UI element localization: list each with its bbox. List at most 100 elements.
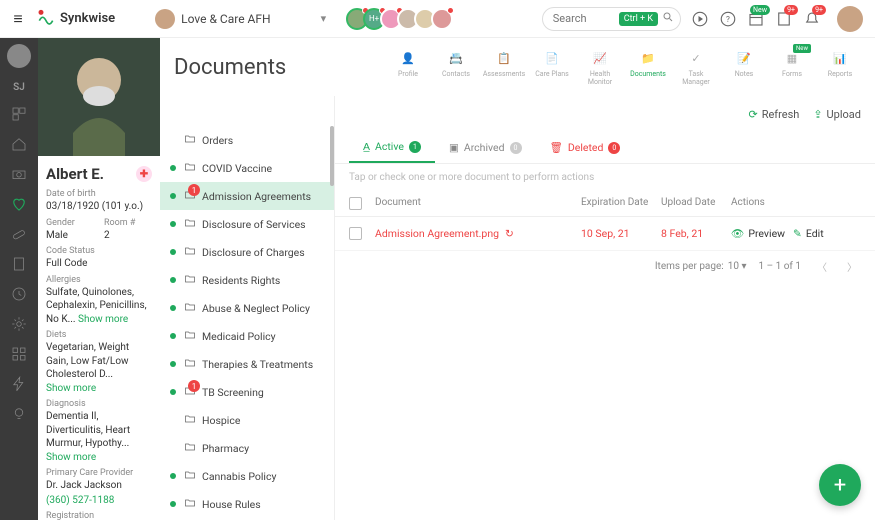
apps-icon[interactable] [10,345,28,363]
folder-label: Abuse & Neglect Policy [202,302,310,315]
add-button[interactable]: + [819,464,861,506]
facility-dropdown[interactable]: Love & Care AFH ▾ [155,9,326,29]
patient-panel: Albert E. ✚ Date of birth 03/18/1920 (10… [38,38,160,520]
code-value: Full Code [46,257,152,271]
nav-forms[interactable]: ▦FormsNew [771,48,813,86]
folder-item[interactable]: Abuse & Neglect Policy [160,294,334,322]
nav-contacts[interactable]: 📇Contacts [435,48,477,86]
show-more-link[interactable]: Show more [78,314,128,325]
folder-label: Residents Rights [202,274,280,287]
next-page[interactable]: 〉 [843,259,861,274]
nav-reports[interactable]: 📊Reports [819,48,861,86]
folder-item[interactable]: Hospice [160,406,334,434]
user-avatar[interactable] [837,6,863,32]
underline-icon: A̲ [363,140,370,153]
nav-documents[interactable]: 📁Documents [627,48,669,86]
refresh-button[interactable]: ⟳Refresh [748,108,799,121]
clipboard-icon[interactable] [10,255,28,273]
tab-active[interactable]: A̲Active1 [349,132,435,163]
nav-icon: ✓ [686,48,706,68]
folder-item[interactable]: Cannabis Policy [160,462,334,490]
play-icon[interactable] [691,10,709,28]
folder-label: House Rules [202,498,261,511]
search-input[interactable] [553,12,613,25]
pcp-phone[interactable]: (360) 527-1188 [46,494,152,508]
dob-value: 03/18/1920 (101 y.o.) [46,200,152,214]
folder-item[interactable]: Orders [160,126,334,154]
folder-label: TB Screening [202,386,264,399]
folder-item[interactable]: Medicaid Policy [160,322,334,350]
bell-icon[interactable]: 9+ [803,10,821,28]
status-dot [170,361,176,367]
bulb-icon[interactable] [10,405,28,423]
folder-label: Medicaid Policy [202,330,276,343]
folder-item[interactable]: 1 Admission Agreements [160,182,334,210]
page-range: 1 – 1 of 1 [758,261,801,272]
gear-icon[interactable] [10,315,28,333]
nav-assessments[interactable]: 📋Assessments [483,48,525,86]
nav-health-monitor[interactable]: 📈Health Monitor [579,48,621,86]
status-dot [170,445,176,451]
bolt-icon[interactable] [10,375,28,393]
status-dot [170,193,176,199]
folder-label: Disclosure of Charges [202,246,305,259]
scrollbar[interactable] [330,126,334,186]
main-content: Documents 👤Profile📇Contacts📋Assessments📄… [335,38,875,520]
calendar-icon[interactable]: New [747,10,765,28]
row-checkbox[interactable] [349,227,362,240]
tab-deleted[interactable]: 🗑Deleted0 [536,132,635,163]
folder-item[interactable]: Disclosure of Charges [160,238,334,266]
search-icon[interactable] [662,11,674,26]
camera-icon[interactable] [10,165,28,183]
nav-icon: 📄 [542,48,562,68]
show-more-link[interactable]: Show more [46,452,96,463]
doc-name[interactable]: Admission Agreement.png ↻ [375,227,581,240]
folder-icon [184,469,196,484]
folder-item[interactable]: COVID Vaccine [160,154,334,182]
presence-avatars[interactable]: H+ [351,8,453,30]
trash-icon: 🗑 [550,141,563,154]
medical-icon[interactable]: ✚ [136,166,152,182]
nav-profile[interactable]: 👤Profile [387,48,429,86]
select-all-checkbox[interactable] [349,197,362,210]
rail-avatar[interactable] [7,44,31,68]
allergies-label: Allergies [46,275,152,285]
menu-toggle[interactable]: ≡ [6,9,30,29]
logo[interactable]: Synkwise [36,9,115,29]
help-icon[interactable]: ? [719,10,737,28]
nav-care-plans[interactable]: 📄Care Plans [531,48,573,86]
pill-icon[interactable] [10,225,28,243]
col-expiration: Expiration Date [581,197,661,210]
doc-uploaded: 8 Feb, 21 [661,227,731,240]
tab-archived[interactable]: ▣Archived0 [435,132,536,163]
dashboard-icon[interactable] [10,105,28,123]
heart-icon[interactable] [10,195,28,213]
edit-button[interactable]: ✎Edit [793,227,824,240]
folder-icon [184,357,196,372]
folder-item[interactable]: Residents Rights [160,266,334,294]
folder-icon [184,217,196,232]
preview-button[interactable]: 👁Preview [731,227,785,240]
upload-button[interactable]: ⇪Upload [813,108,861,121]
folder-item[interactable]: Disclosure of Services [160,210,334,238]
clock-icon[interactable] [10,285,28,303]
pcp-label: Primary Care Provider [46,468,152,478]
items-per-page-select[interactable]: 10 ▾ [728,261,747,272]
table-row[interactable]: Admission Agreement.png ↻ 10 Sep, 21 8 F… [335,217,875,251]
search-box[interactable]: Ctrl + K [542,7,681,31]
nav-notes[interactable]: 📝Notes [723,48,765,86]
folder-list: Orders COVID Vaccine 1 Admission Agreeme… [160,38,335,520]
folder-item[interactable]: House Rules [160,490,334,518]
folder-item[interactable]: 1 TB Screening [160,378,334,406]
status-dot [170,277,176,283]
home-icon[interactable] [10,135,28,153]
main-header: Documents 👤Profile📇Contacts📋Assessments📄… [160,38,875,96]
folder-label: Orders [202,134,233,147]
show-more-link[interactable]: Show more [46,383,96,394]
avatar[interactable] [431,8,453,30]
nav-task-manager[interactable]: ✓Task Manager [675,48,717,86]
folder-item[interactable]: Pharmacy [160,434,334,462]
prev-page[interactable]: 〈 [813,259,831,274]
notes-icon[interactable]: 9+ [775,10,793,28]
folder-item[interactable]: Therapies & Treatments [160,350,334,378]
